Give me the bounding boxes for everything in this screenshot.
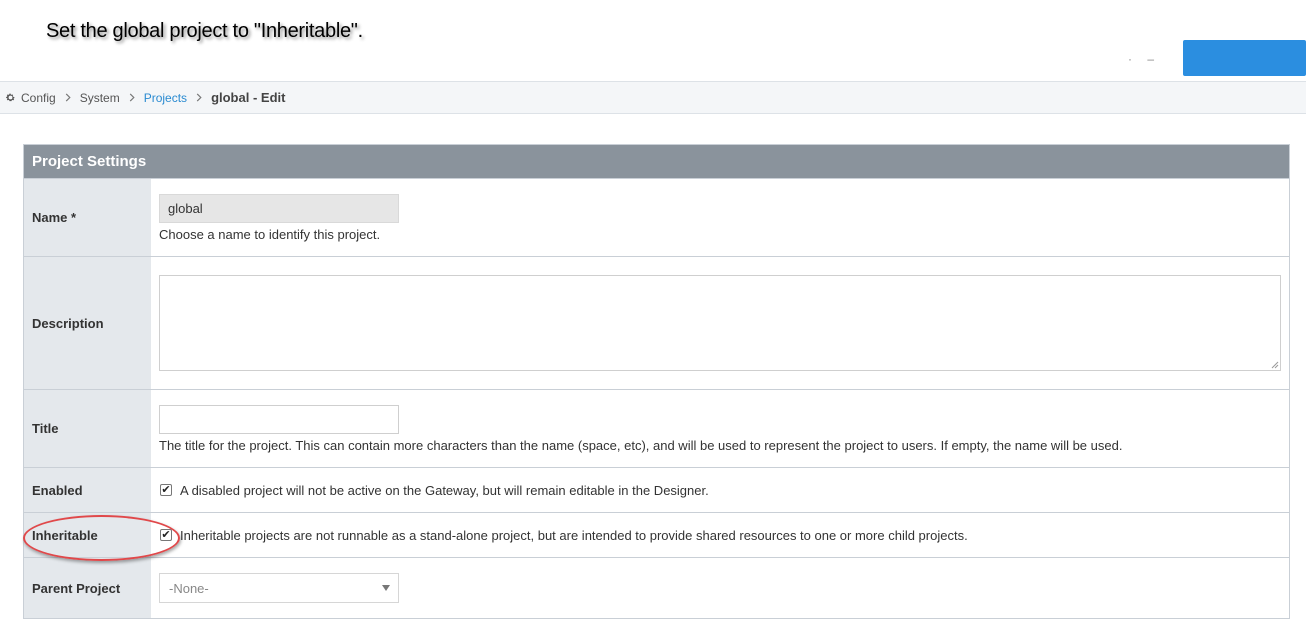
breadcrumb-system[interactable]: System (80, 91, 120, 105)
parent-project-selected: -None- (169, 580, 209, 596)
enabled-label: Enabled (24, 468, 151, 512)
topbar-primary-button[interactable] (1183, 40, 1306, 76)
topbar-partial-icons: · – (1128, 52, 1161, 66)
enabled-checkbox[interactable]: ✔ (160, 484, 172, 496)
breadcrumb: Config System Projects global - Edit (0, 81, 1306, 114)
breadcrumb-root[interactable]: Config (5, 91, 56, 105)
inheritable-label: Inheritable (24, 513, 151, 557)
name-label: Name * (24, 179, 151, 256)
breadcrumb-config[interactable]: Config (21, 91, 56, 105)
name-help: Choose a name to identify this project. (159, 226, 381, 242)
caret-down-icon (382, 585, 390, 591)
instruction-caption: Set the global project to "Inheritable". (46, 20, 363, 42)
project-settings-form: Project Settings Name * Choose a name to… (23, 144, 1290, 619)
row-description: Description (24, 256, 1289, 389)
breadcrumb-projects-link[interactable]: Projects (144, 91, 187, 105)
parent-project-select[interactable]: -None- (159, 573, 399, 603)
inheritable-help: Inheritable projects are not runnable as… (180, 527, 968, 543)
resize-handle-icon[interactable] (1271, 361, 1279, 369)
breadcrumb-current: global - Edit (211, 90, 286, 105)
inheritable-checkbox[interactable]: ✔ (160, 529, 172, 541)
row-enabled: Enabled ✔ A disabled project will not be… (24, 467, 1289, 512)
description-label: Description (24, 257, 151, 389)
gear-icon (6, 93, 15, 102)
name-input[interactable] (159, 193, 399, 223)
row-name: Name * Choose a name to identify this pr… (24, 178, 1289, 256)
chevron-right-icon (196, 93, 202, 102)
row-parent-project: Parent Project -None- (24, 557, 1289, 618)
chevron-right-icon (65, 93, 71, 102)
title-label: Title (24, 390, 151, 467)
row-title: Title The title for the project. This ca… (24, 389, 1289, 467)
chevron-right-icon (129, 93, 135, 102)
parent-project-label: Parent Project (24, 558, 151, 618)
form-header: Project Settings (24, 145, 1289, 178)
title-input[interactable] (159, 404, 399, 434)
title-help: The title for the project. This can cont… (159, 437, 1123, 453)
row-inheritable: Inheritable ✔ Inheritable projects are n… (24, 512, 1289, 557)
enabled-help: A disabled project will not be active on… (180, 482, 709, 498)
description-textarea[interactable] (159, 275, 1281, 371)
